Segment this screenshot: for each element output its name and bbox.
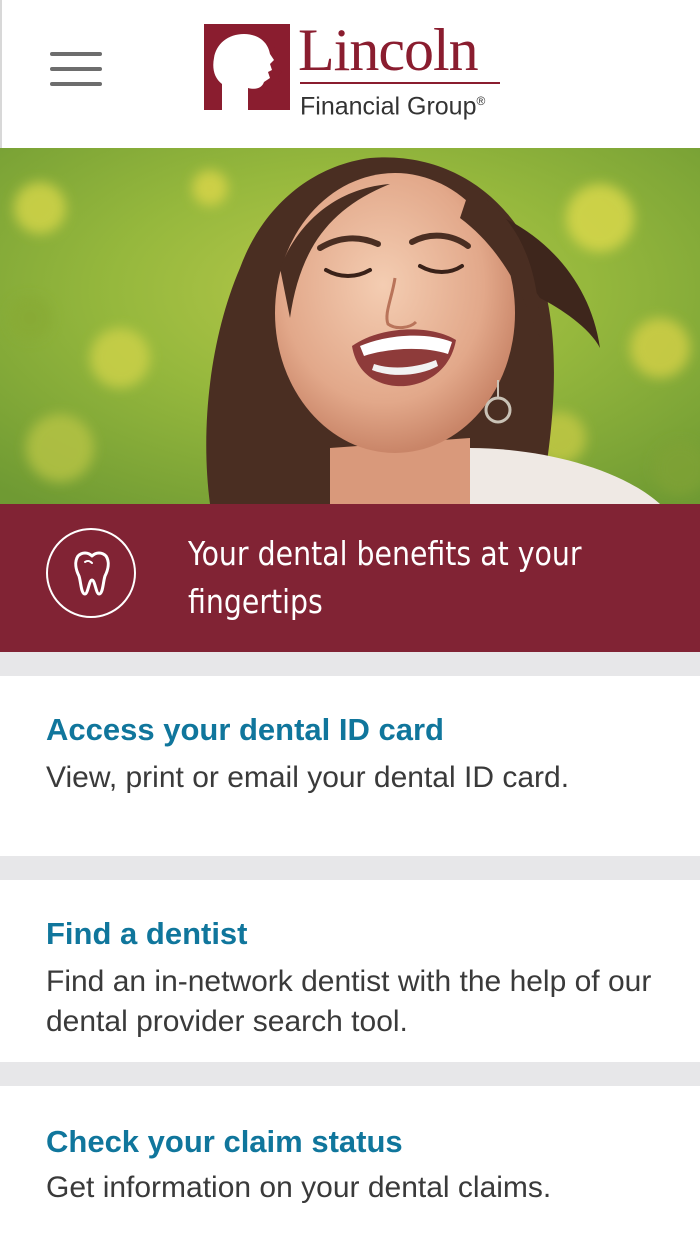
- logo-subtitle-text: Financial Group: [300, 92, 477, 121]
- tooth-icon: [46, 528, 136, 618]
- claim-status-item[interactable]: Check your claim status Get information …: [0, 1086, 700, 1244]
- claim-status-description: Get information on your dental claims.: [46, 1171, 552, 1204]
- app-header: Lincoln Financial Group®: [0, 0, 700, 148]
- registered-mark: ®: [476, 94, 486, 108]
- logo-subtitle: Financial Group®: [300, 86, 485, 121]
- hero-photo: [0, 148, 700, 504]
- find-dentist-description: Find an in-network dentist with the help…: [46, 965, 652, 1038]
- logo-wordmark: Lincoln: [298, 17, 479, 83]
- dental-id-card-item[interactable]: Access your dental ID card View, print o…: [0, 676, 700, 856]
- find-dentist-item[interactable]: Find a dentist Find an in-network dentis…: [0, 880, 700, 1062]
- find-dentist-link[interactable]: Find a dentist: [46, 914, 248, 954]
- claim-status-link[interactable]: Check your claim status: [46, 1122, 403, 1162]
- lincoln-financial-logo[interactable]: Lincoln Financial Group®: [202, 20, 522, 120]
- lincoln-profile-logo-icon: [204, 24, 290, 110]
- dental-benefits-banner: Your dental benefits at your fingertips: [0, 504, 700, 652]
- banner-headline: Your dental benefits at your fingertips: [188, 534, 582, 621]
- hamburger-menu-icon[interactable]: [46, 48, 106, 92]
- logo-divider: [300, 82, 500, 84]
- dental-id-card-link[interactable]: Access your dental ID card: [46, 710, 444, 750]
- app-screen: Lincoln Financial Group® Your dental ben…: [0, 0, 700, 1244]
- smiling-woman-photo: [0, 148, 700, 504]
- dental-id-card-description: View, print or email your dental ID card…: [46, 761, 570, 794]
